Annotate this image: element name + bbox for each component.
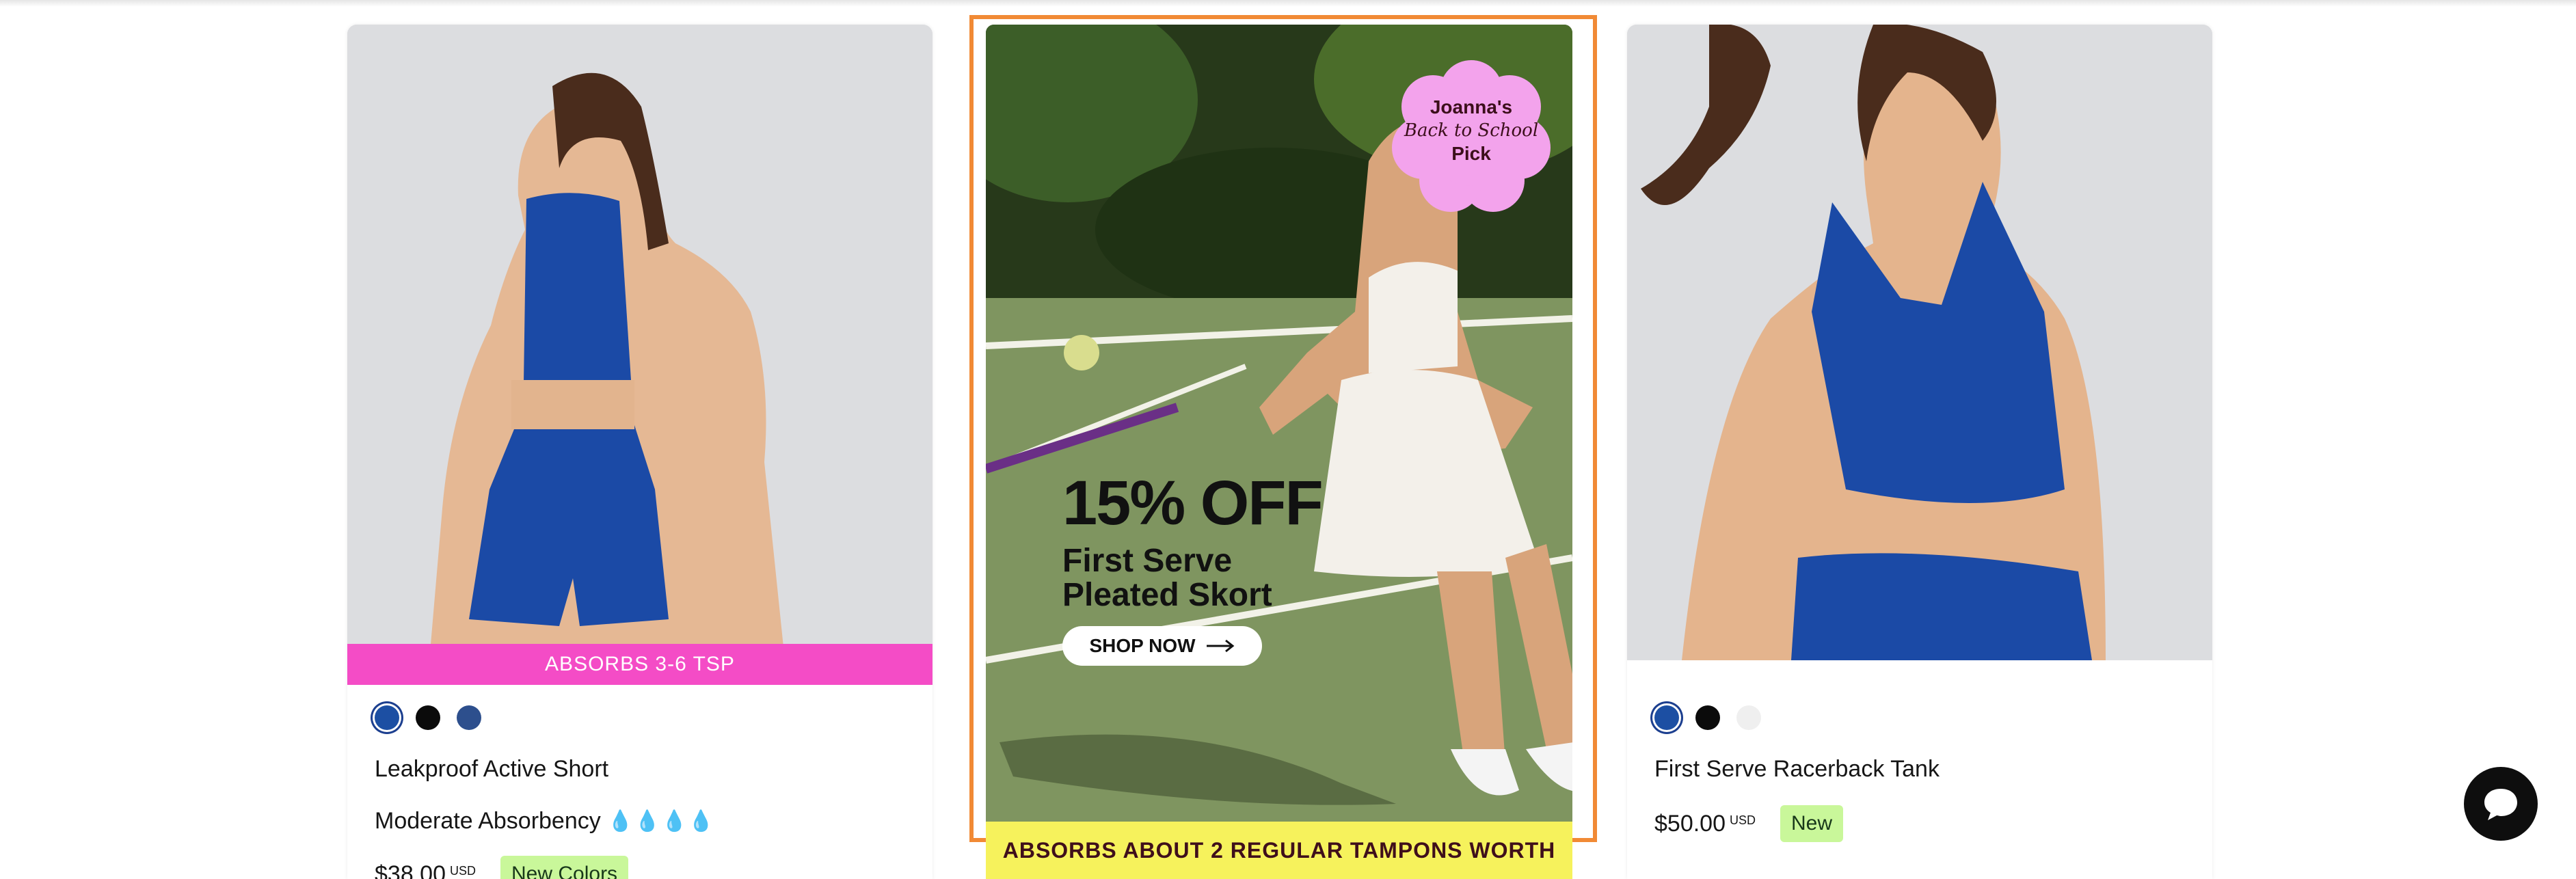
promo-product-line2: Pleated Skort: [1062, 577, 1272, 613]
promo-product-name: First Serve Pleated Skort: [1062, 544, 1336, 612]
shop-now-label: SHOP NOW: [1089, 635, 1196, 656]
promo-absorbency-bar: ABSORBS ABOUT 2 REGULAR TAMPONS WORTH: [986, 822, 1572, 879]
sticker-name: Joanna's: [1430, 96, 1513, 118]
swatch-royal-blue[interactable]: [375, 705, 399, 730]
new-colors-tag: New Colors: [500, 856, 629, 879]
promo-product-line1: First Serve: [1062, 543, 1233, 579]
price-value: $38.00: [375, 861, 446, 879]
droplet-icons: 💧💧💧💧: [607, 810, 716, 833]
absorbency-badge: ABSORBS 3-6 TSP: [347, 644, 933, 685]
product-name[interactable]: First Serve Racerback Tank: [1654, 756, 1940, 783]
swatch-black[interactable]: [416, 705, 440, 730]
product-card-racerback-tank[interactable]: First Serve Racerback Tank $50.00 USD New: [1627, 25, 2212, 879]
absorbency-level: Moderate Absorbency 💧💧💧💧: [375, 808, 715, 835]
header-shadow: [0, 0, 2576, 7]
product-price: $50.00 USD: [1654, 811, 1756, 837]
price-row: $50.00 USD New: [1654, 805, 1844, 842]
arrow-right-icon: [1206, 639, 1234, 653]
product-price: $38.00 USD: [375, 861, 476, 879]
product-image[interactable]: [1627, 25, 2212, 660]
joanna-pick-sticker: Joanna's Back to School Pick: [1389, 53, 1553, 217]
new-tag: New: [1780, 805, 1844, 842]
swatch-black[interactable]: [1695, 705, 1720, 730]
sticker-text: Joanna's Back to School Pick: [1389, 96, 1553, 165]
promo-banner[interactable]: Joanna's Back to School Pick 15% OFF Fir…: [986, 25, 1572, 822]
swatch-royal-blue[interactable]: [1654, 705, 1679, 730]
sticker-pick: Pick: [1451, 143, 1491, 164]
swatch-navy[interactable]: [457, 705, 481, 730]
promo-discount: 15% OFF: [1062, 468, 1324, 538]
sticker-subtitle: Back to School: [1404, 120, 1539, 141]
chat-button[interactable]: [2464, 767, 2538, 841]
absorbency-label: Moderate Absorbency: [375, 808, 601, 834]
price-value: $50.00: [1654, 810, 1726, 837]
product-name[interactable]: Leakproof Active Short: [375, 756, 608, 783]
shop-now-button[interactable]: SHOP NOW: [1062, 626, 1262, 666]
product-image[interactable]: [347, 25, 933, 660]
color-swatches: [375, 705, 481, 730]
product-card-leakproof-short[interactable]: ABSORBS 3-6 TSP Leakproof Active Short M…: [347, 25, 933, 879]
chat-bubble-icon: [2484, 789, 2517, 820]
currency-label: USD: [450, 863, 477, 878]
price-row: $38.00 USD New Colors: [375, 856, 629, 879]
color-swatches: [1654, 705, 1761, 730]
currency-label: USD: [1730, 813, 1756, 827]
swatch-white[interactable]: [1736, 705, 1761, 730]
